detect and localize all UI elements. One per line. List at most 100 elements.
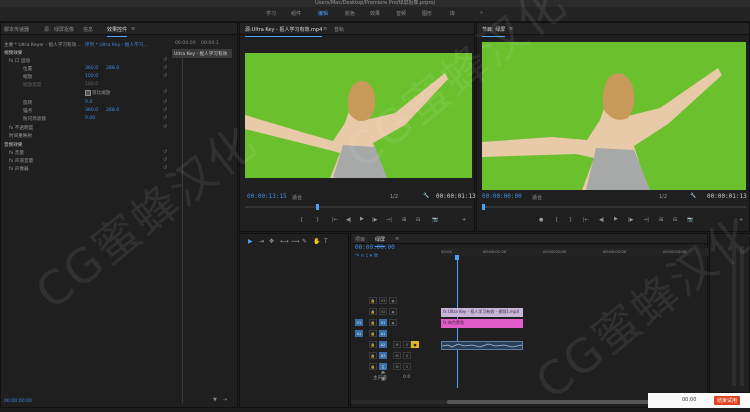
- ec-row-channel-volume[interactable]: fx 声道音量: [9, 158, 33, 164]
- razor-tool-icon[interactable]: ⟷: [280, 238, 289, 245]
- mute-button[interactable]: M: [393, 363, 401, 370]
- workspace-tab-learn[interactable]: 学习: [266, 10, 276, 17]
- track-lock-icon[interactable]: 🔒: [369, 330, 377, 337]
- ec-row-opacity[interactable]: fx 不透明度: [9, 125, 33, 131]
- ec-value-position-x[interactable]: 360.0: [85, 66, 98, 71]
- clip-v1[interactable]: fx 纯色蒙版: [441, 319, 523, 328]
- source-patch-v1[interactable]: V1: [355, 319, 363, 326]
- source-scrubber[interactable]: [245, 206, 472, 208]
- master-volume-value[interactable]: 0.0: [403, 375, 410, 380]
- tab-menu-icon[interactable]: ≡: [323, 26, 327, 32]
- wrench-icon[interactable]: 🔧: [423, 193, 429, 199]
- track-lock-icon[interactable]: 🔒: [369, 297, 377, 304]
- ec-value-anchor-y[interactable]: 288.0: [106, 108, 119, 113]
- mark-out-button[interactable]: }: [316, 217, 319, 223]
- tab-source-monitor[interactable]: 源:Ultra Key - 抠人学习有效.mp4: [245, 26, 323, 37]
- source-patch-a1[interactable]: A1: [355, 330, 363, 337]
- clip-a1[interactable]: [441, 341, 523, 350]
- tab-menu-icon[interactable]: ≡: [131, 26, 135, 32]
- mute-button[interactable]: M: [393, 352, 401, 359]
- slip-tool-icon[interactable]: ⟿: [291, 238, 300, 245]
- overwrite-button[interactable]: ⊟: [416, 217, 420, 223]
- tab-source[interactable]: 源：绿屏抠像: [44, 26, 74, 33]
- mark-in-button[interactable]: {: [555, 217, 558, 223]
- step-back-button[interactable]: ◀|: [346, 217, 352, 223]
- track-lock-icon[interactable]: 🔒: [369, 352, 377, 359]
- type-tool-icon[interactable]: T: [324, 238, 328, 245]
- add-button[interactable]: +: [462, 217, 466, 223]
- track-visibility-icon[interactable]: ◉: [389, 319, 397, 326]
- reset-icon[interactable]: ↺: [163, 115, 167, 121]
- reset-icon[interactable]: ↺: [163, 65, 167, 71]
- track-visibility-icon[interactable]: ◉: [389, 297, 397, 304]
- workspace-tab-edit[interactable]: 编辑: [318, 10, 328, 17]
- add-marker-button[interactable]: ●: [539, 217, 543, 223]
- ec-row-volume[interactable]: fx 音量: [9, 150, 24, 156]
- source-quality-dropdown[interactable]: 1/2: [390, 194, 398, 200]
- workspace-tab-audio[interactable]: 音频: [396, 10, 406, 17]
- workspace-tab-library[interactable]: 库: [450, 10, 455, 17]
- export-frame-icon[interactable]: 📷: [687, 217, 693, 223]
- tab-project[interactable]: 项目: [355, 236, 365, 243]
- go-to-out-button[interactable]: →|: [386, 217, 392, 223]
- step-forward-button[interactable]: |▶: [628, 217, 634, 223]
- play-button[interactable]: ▶: [360, 216, 364, 222]
- tab-script[interactable]: 脚本传递器: [4, 26, 29, 33]
- reset-icon[interactable]: ↺: [163, 99, 167, 105]
- play-button[interactable]: ▶: [614, 216, 618, 222]
- program-fit-dropdown[interactable]: 适合: [532, 194, 542, 201]
- mark-out-button[interactable]: }: [569, 217, 572, 223]
- pen-tool-icon[interactable]: ✎: [302, 238, 307, 245]
- step-back-button[interactable]: ◀|: [599, 217, 605, 223]
- solo-button[interactable]: S: [403, 341, 411, 348]
- workspace-tab-effects[interactable]: 效果: [370, 10, 380, 17]
- tab-effect-controls[interactable]: 效果控件: [107, 26, 128, 37]
- solo-button[interactable]: S: [403, 363, 411, 370]
- ec-value-flicker[interactable]: 0.00: [85, 116, 95, 121]
- track-lock-icon[interactable]: 🔒: [369, 308, 377, 315]
- end-trial-button[interactable]: 结束试用: [714, 396, 741, 405]
- wrench-icon[interactable]: 🔧: [690, 193, 696, 199]
- solo-button[interactable]: S: [403, 352, 411, 359]
- ripple-tool-icon[interactable]: ✥: [269, 238, 274, 245]
- voiceover-button[interactable]: ●: [411, 341, 419, 348]
- tab-sequence[interactable]: 绿屏: [375, 236, 386, 247]
- mute-button[interactable]: M: [393, 341, 401, 348]
- workspace-tab-color[interactable]: 颜色: [345, 10, 355, 17]
- source-playhead[interactable]: [316, 204, 319, 210]
- filter-icon[interactable]: ▼: [213, 397, 217, 403]
- ec-clip-bar[interactable]: Ultra Key - 抠人学习有效: [172, 49, 232, 58]
- track-select-tool-icon[interactable]: ⇥: [259, 238, 264, 245]
- source-fit-dropdown[interactable]: 适合: [292, 194, 302, 201]
- ec-row-time-remap[interactable]: 时间重映射: [9, 133, 32, 139]
- track-lock-icon[interactable]: 🔒: [369, 341, 377, 348]
- reset-icon[interactable]: ↺: [163, 124, 167, 130]
- track-label-v2[interactable]: V2: [379, 308, 387, 315]
- reset-icon[interactable]: ↺: [163, 73, 167, 79]
- export-frame-icon[interactable]: 📷: [432, 217, 438, 223]
- go-to-out-button[interactable]: →|: [643, 217, 649, 223]
- workspace-tab-assembly[interactable]: 组件: [291, 10, 301, 17]
- program-playhead[interactable]: [482, 204, 485, 210]
- track-visibility-icon[interactable]: ◉: [389, 308, 397, 315]
- reset-icon[interactable]: ↺: [163, 107, 167, 113]
- mark-in-button[interactable]: {: [300, 217, 303, 223]
- track-label-v1[interactable]: V1: [379, 319, 387, 326]
- timeline-timecode[interactable]: 00:00:00:00: [355, 244, 395, 251]
- program-scrubber[interactable]: [482, 206, 746, 208]
- sequence-clip-label[interactable]: 序列 * Ultra Key - 抠人学习...: [85, 42, 148, 48]
- track-label-v3[interactable]: V3: [379, 297, 387, 304]
- tab-menu-icon[interactable]: ≡: [395, 236, 399, 242]
- export-icon[interactable]: ⇥: [223, 397, 227, 403]
- ec-row-motion[interactable]: fx 口 运动: [9, 58, 30, 64]
- uniform-scale-checkbox[interactable]: [85, 90, 91, 96]
- hand-tool-icon[interactable]: ✋: [313, 238, 320, 245]
- track-label-a3[interactable]: A3: [379, 352, 387, 359]
- selection-tool-icon[interactable]: ▶: [248, 238, 253, 245]
- reset-icon[interactable]: ↺: [163, 57, 167, 63]
- extract-button[interactable]: ⊟: [673, 217, 677, 223]
- snap-icon[interactable]: ↷ ∩ ⟟ ▾ ⚒: [355, 253, 378, 259]
- go-to-in-button[interactable]: |←: [583, 217, 589, 223]
- workspace-tab-graphics[interactable]: 图形: [422, 10, 432, 17]
- track-label-a1[interactable]: A1: [379, 330, 387, 337]
